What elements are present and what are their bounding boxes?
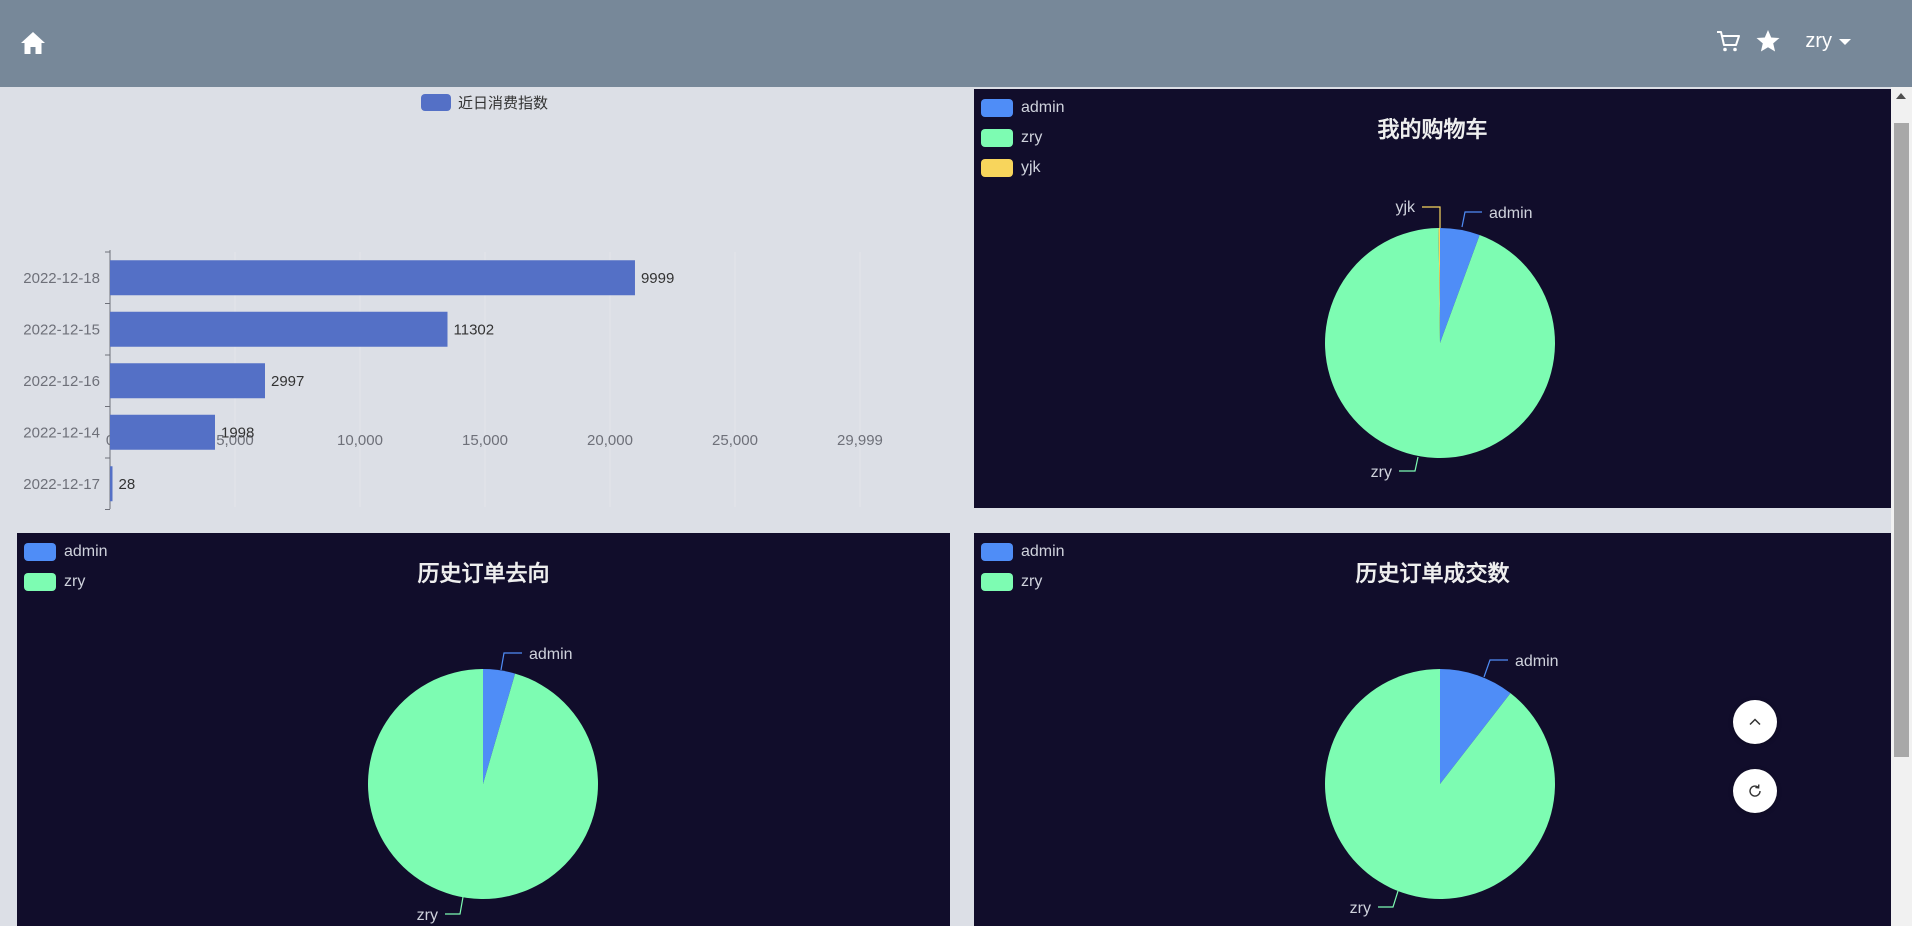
top-navbar: zry (0, 0, 1912, 87)
bar (110, 466, 113, 502)
caret-down-icon (1838, 30, 1852, 53)
back-to-top-button[interactable] (1733, 700, 1777, 744)
chevron-up-icon (1749, 718, 1761, 726)
bar-value-label: 11302 (454, 321, 495, 338)
orders-direction-panel: admin zry 历史订单去向 admin zry (17, 533, 950, 926)
label-leader-line (1399, 456, 1419, 472)
cart-panel: admin zry yjk 我的购物车 admin zry yjk (974, 89, 1891, 508)
pie-slice-zry (1325, 669, 1555, 899)
cart-icon[interactable] (1715, 28, 1741, 54)
star-icon[interactable] (1755, 28, 1781, 54)
pie-label-admin: admin (529, 646, 573, 663)
pie-label-yjk: yjk (1395, 199, 1416, 216)
x-tick-label: 29,999 (837, 432, 883, 449)
y-category-label: 2022-12-15 (23, 321, 100, 338)
label-leader-line (1483, 659, 1508, 678)
bar (110, 311, 448, 347)
bar-value-label: 2997 (271, 373, 304, 390)
x-tick-label: 20,000 (587, 432, 633, 449)
label-leader-line (1461, 211, 1482, 228)
x-tick-label: 10,000 (337, 432, 383, 449)
pie-slice-zry (367, 669, 598, 899)
user-menu[interactable]: zry (1805, 30, 1852, 53)
pie-label-admin: admin (1515, 653, 1559, 670)
pie-label-zry: zry (1350, 900, 1371, 917)
consumption-bar-chart: 05,00010,00015,00020,00025,00029,9992022… (0, 87, 960, 517)
user-name: zry (1805, 29, 1832, 52)
pie-label-zry: zry (417, 907, 438, 924)
y-category-label: 2022-12-14 (23, 424, 100, 441)
y-category-label: 2022-12-16 (23, 373, 100, 390)
label-leader-line (445, 896, 464, 915)
y-category-label: 2022-12-18 (23, 270, 100, 287)
label-leader-line (500, 652, 522, 671)
refresh-button[interactable] (1733, 769, 1777, 813)
label-leader-line (1378, 890, 1399, 908)
legend-swatch (421, 94, 451, 111)
page-scrollbar[interactable] (1891, 87, 1912, 926)
bar-value-label: 28 (119, 476, 136, 493)
pie-label-admin: admin (1489, 205, 1533, 222)
label-leader-line (1422, 206, 1441, 228)
bar-value-label: 1998 (221, 424, 254, 441)
bar (110, 260, 635, 296)
bar (110, 363, 265, 399)
bar (110, 414, 215, 450)
scroll-up-arrow-icon[interactable] (1896, 93, 1906, 99)
y-category-label: 2022-12-17 (23, 476, 100, 493)
x-tick-label: 15,000 (462, 432, 508, 449)
scrollbar-thumb[interactable] (1894, 123, 1909, 757)
pie-label-zry: zry (1371, 464, 1392, 481)
refresh-icon (1749, 784, 1761, 797)
home-icon[interactable] (20, 30, 46, 56)
bar-value-label: 9999 (641, 270, 674, 287)
x-tick-label: 25,000 (712, 432, 758, 449)
legend-label: 近日消费指数 (458, 95, 548, 112)
header-actions: zry (1715, 25, 1852, 57)
